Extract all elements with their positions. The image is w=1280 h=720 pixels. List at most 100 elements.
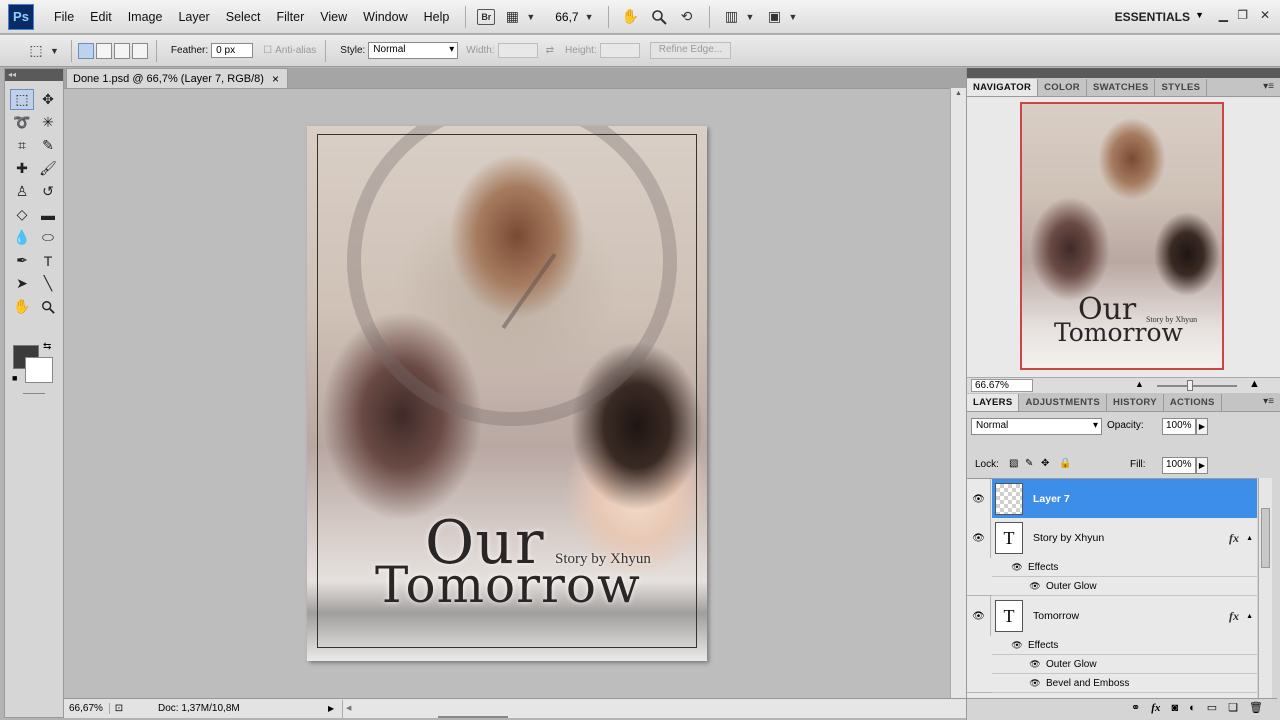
scrollbar-thumb[interactable]: [1261, 508, 1270, 568]
layer-row[interactable]: 👁 Layer 7: [967, 479, 1257, 519]
menu-image[interactable]: Image: [120, 10, 171, 24]
menu-file[interactable]: File: [46, 10, 82, 24]
new-layer-icon[interactable]: ❏: [1228, 701, 1238, 714]
brush-tool-icon[interactable]: 🖌: [36, 158, 60, 179]
add-layer-style-icon[interactable]: fx: [1151, 702, 1160, 714]
effects-row[interactable]: 👁 Effects: [992, 636, 1257, 655]
rotate-view-icon[interactable]: ⟲: [676, 7, 698, 27]
vertical-scrollbar[interactable]: ▲: [950, 88, 966, 698]
panel-menu-icon[interactable]: ▾≡: [1263, 396, 1274, 407]
style-select[interactable]: Normal: [368, 42, 459, 59]
hand-tool-icon[interactable]: ✋: [10, 296, 34, 317]
minimize-icon[interactable]: ▁: [1219, 8, 1228, 22]
rectangular-marquee-tool-icon[interactable]: ⬚: [10, 89, 34, 110]
move-tool-icon[interactable]: ✥: [36, 89, 60, 110]
chevron-down-icon[interactable]: ▼: [1195, 10, 1204, 20]
line-tool-icon[interactable]: ╲: [36, 273, 60, 294]
expand-effects-icon[interactable]: ▲: [1246, 535, 1253, 542]
hand-tool-icon[interactable]: ✋: [620, 7, 642, 27]
swap-colors-icon[interactable]: ⇆: [43, 341, 51, 352]
path-selection-tool-icon[interactable]: ➤: [10, 273, 34, 294]
status-zoom-field[interactable]: 66,67%: [64, 703, 110, 714]
effects-row[interactable]: 👁 Effects: [992, 558, 1257, 577]
tab-swatches[interactable]: SWATCHES: [1087, 79, 1156, 96]
document-canvas[interactable]: Our Story by Xhyun Tomorrow: [307, 126, 707, 661]
scroll-up-icon[interactable]: ▲: [955, 90, 962, 97]
chevron-down-icon[interactable]: ▼: [50, 46, 59, 56]
layers-scrollbar[interactable]: [1258, 478, 1272, 698]
lock-transparency-icon[interactable]: ▧: [1009, 458, 1018, 469]
layer-row[interactable]: 👁 T Story by Xhyun fx ▲ 👁 Effects 👁 Oute…: [967, 518, 1257, 596]
canvas-area[interactable]: Our Story by Xhyun Tomorrow: [64, 88, 950, 698]
close-tab-icon[interactable]: ×: [272, 72, 279, 86]
eyedropper-tool-icon[interactable]: ✎: [36, 135, 60, 156]
menu-select[interactable]: Select: [218, 10, 269, 24]
new-selection-icon[interactable]: [77, 42, 94, 59]
effect-row[interactable]: 👁 Outer Glow: [992, 655, 1257, 674]
opacity-input[interactable]: 100%: [1162, 418, 1196, 435]
effect-row[interactable]: 👁 Outer Glow: [992, 577, 1257, 596]
menu-edit[interactable]: Edit: [82, 10, 120, 24]
view-extras-icon[interactable]: ▦: [501, 7, 523, 27]
lasso-tool-icon[interactable]: ➰: [10, 112, 34, 133]
lock-image-icon[interactable]: ✎: [1025, 458, 1033, 469]
adjustment-layer-icon[interactable]: ◐: [1189, 702, 1196, 714]
zoom-slider-handle[interactable]: [1187, 380, 1193, 391]
gradient-tool-icon[interactable]: ▬: [36, 204, 60, 225]
effect-row[interactable]: 👁 Bevel and Emboss: [992, 674, 1257, 693]
menu-layer[interactable]: Layer: [170, 10, 217, 24]
chevron-down-icon[interactable]: ▼: [746, 12, 755, 22]
panel-dock-header[interactable]: [967, 68, 1280, 78]
close-icon[interactable]: ✕: [1260, 8, 1270, 22]
tab-navigator[interactable]: NAVIGATOR: [967, 79, 1039, 96]
workspace-switcher[interactable]: ESSENTIALS: [1115, 10, 1190, 24]
pen-tool-icon[interactable]: ✒: [10, 250, 34, 271]
navigator-preview[interactable]: Our Story by Xhyun Tomorrow: [1020, 102, 1224, 370]
swap-dimensions-icon[interactable]: ⇄: [546, 45, 554, 56]
intersect-selection-icon[interactable]: [131, 42, 148, 59]
opacity-slider-toggle[interactable]: ▶: [1196, 418, 1208, 435]
feather-input[interactable]: 0 px: [211, 43, 254, 58]
panel-menu-icon[interactable]: ▾≡: [1263, 81, 1274, 92]
restore-icon[interactable]: ❐: [1237, 8, 1248, 22]
horizontal-scrollbar[interactable]: ◀: [342, 699, 966, 718]
marquee-preset-icon[interactable]: ⬚: [25, 41, 47, 61]
layer-effects-badge[interactable]: fx: [1229, 609, 1239, 624]
zoom-level-field[interactable]: 66,7: [555, 10, 578, 24]
fill-input[interactable]: 100%: [1162, 457, 1196, 474]
layer-row-main[interactable]: T Story by Xhyun fx ▲: [992, 518, 1257, 558]
zoom-dropdown-icon[interactable]: ▼: [585, 12, 594, 22]
effect-visibility-icon[interactable]: 👁: [1010, 640, 1024, 651]
menu-filter[interactable]: Filter: [268, 10, 312, 24]
tab-styles[interactable]: STYLES: [1155, 79, 1208, 96]
link-layers-icon[interactable]: ⚭: [1131, 701, 1140, 714]
navigator-zoom-slider[interactable]: [1157, 385, 1237, 387]
refine-edge-button[interactable]: Refine Edge...: [649, 42, 732, 59]
type-tool-icon[interactable]: T: [36, 250, 60, 271]
menu-window[interactable]: Window: [355, 10, 415, 24]
screen-mode-icon[interactable]: ▣: [763, 7, 785, 27]
new-group-icon[interactable]: ▭: [1207, 701, 1217, 714]
zoom-out-icon[interactable]: ▲: [1135, 379, 1144, 389]
layer-row-main[interactable]: T Tomorrow fx ▲: [992, 596, 1257, 636]
antialias-checkbox[interactable]: ☐: [263, 45, 272, 56]
scroll-left-icon[interactable]: ◀: [346, 704, 351, 712]
chevron-down-icon[interactable]: ▼: [788, 12, 797, 22]
visibility-eye-icon[interactable]: 👁: [967, 596, 991, 636]
document-tab[interactable]: Done 1.psd @ 66,7% (Layer 7, RGB/8) ×: [66, 68, 288, 88]
history-brush-tool-icon[interactable]: ↺: [36, 181, 60, 202]
menu-view[interactable]: View: [312, 10, 355, 24]
zoom-tool-icon[interactable]: [648, 7, 670, 27]
magic-wand-tool-icon[interactable]: ✳: [36, 112, 60, 133]
status-info-icon[interactable]: ⊡: [110, 703, 128, 714]
tab-adjustments[interactable]: ADJUSTMENTS: [1019, 394, 1108, 411]
healing-brush-tool-icon[interactable]: ✚: [10, 158, 34, 179]
zoom-tool-icon[interactable]: [36, 296, 60, 317]
status-menu-icon[interactable]: ▶: [328, 704, 342, 713]
add-mask-icon[interactable]: ◙: [1171, 702, 1178, 714]
menu-help[interactable]: Help: [416, 10, 458, 24]
lock-all-icon[interactable]: 🔒: [1059, 458, 1071, 469]
chevron-down-icon[interactable]: ▼: [526, 12, 535, 22]
tab-color[interactable]: COLOR: [1038, 79, 1087, 96]
effect-visibility-icon[interactable]: 👁: [1010, 562, 1024, 573]
